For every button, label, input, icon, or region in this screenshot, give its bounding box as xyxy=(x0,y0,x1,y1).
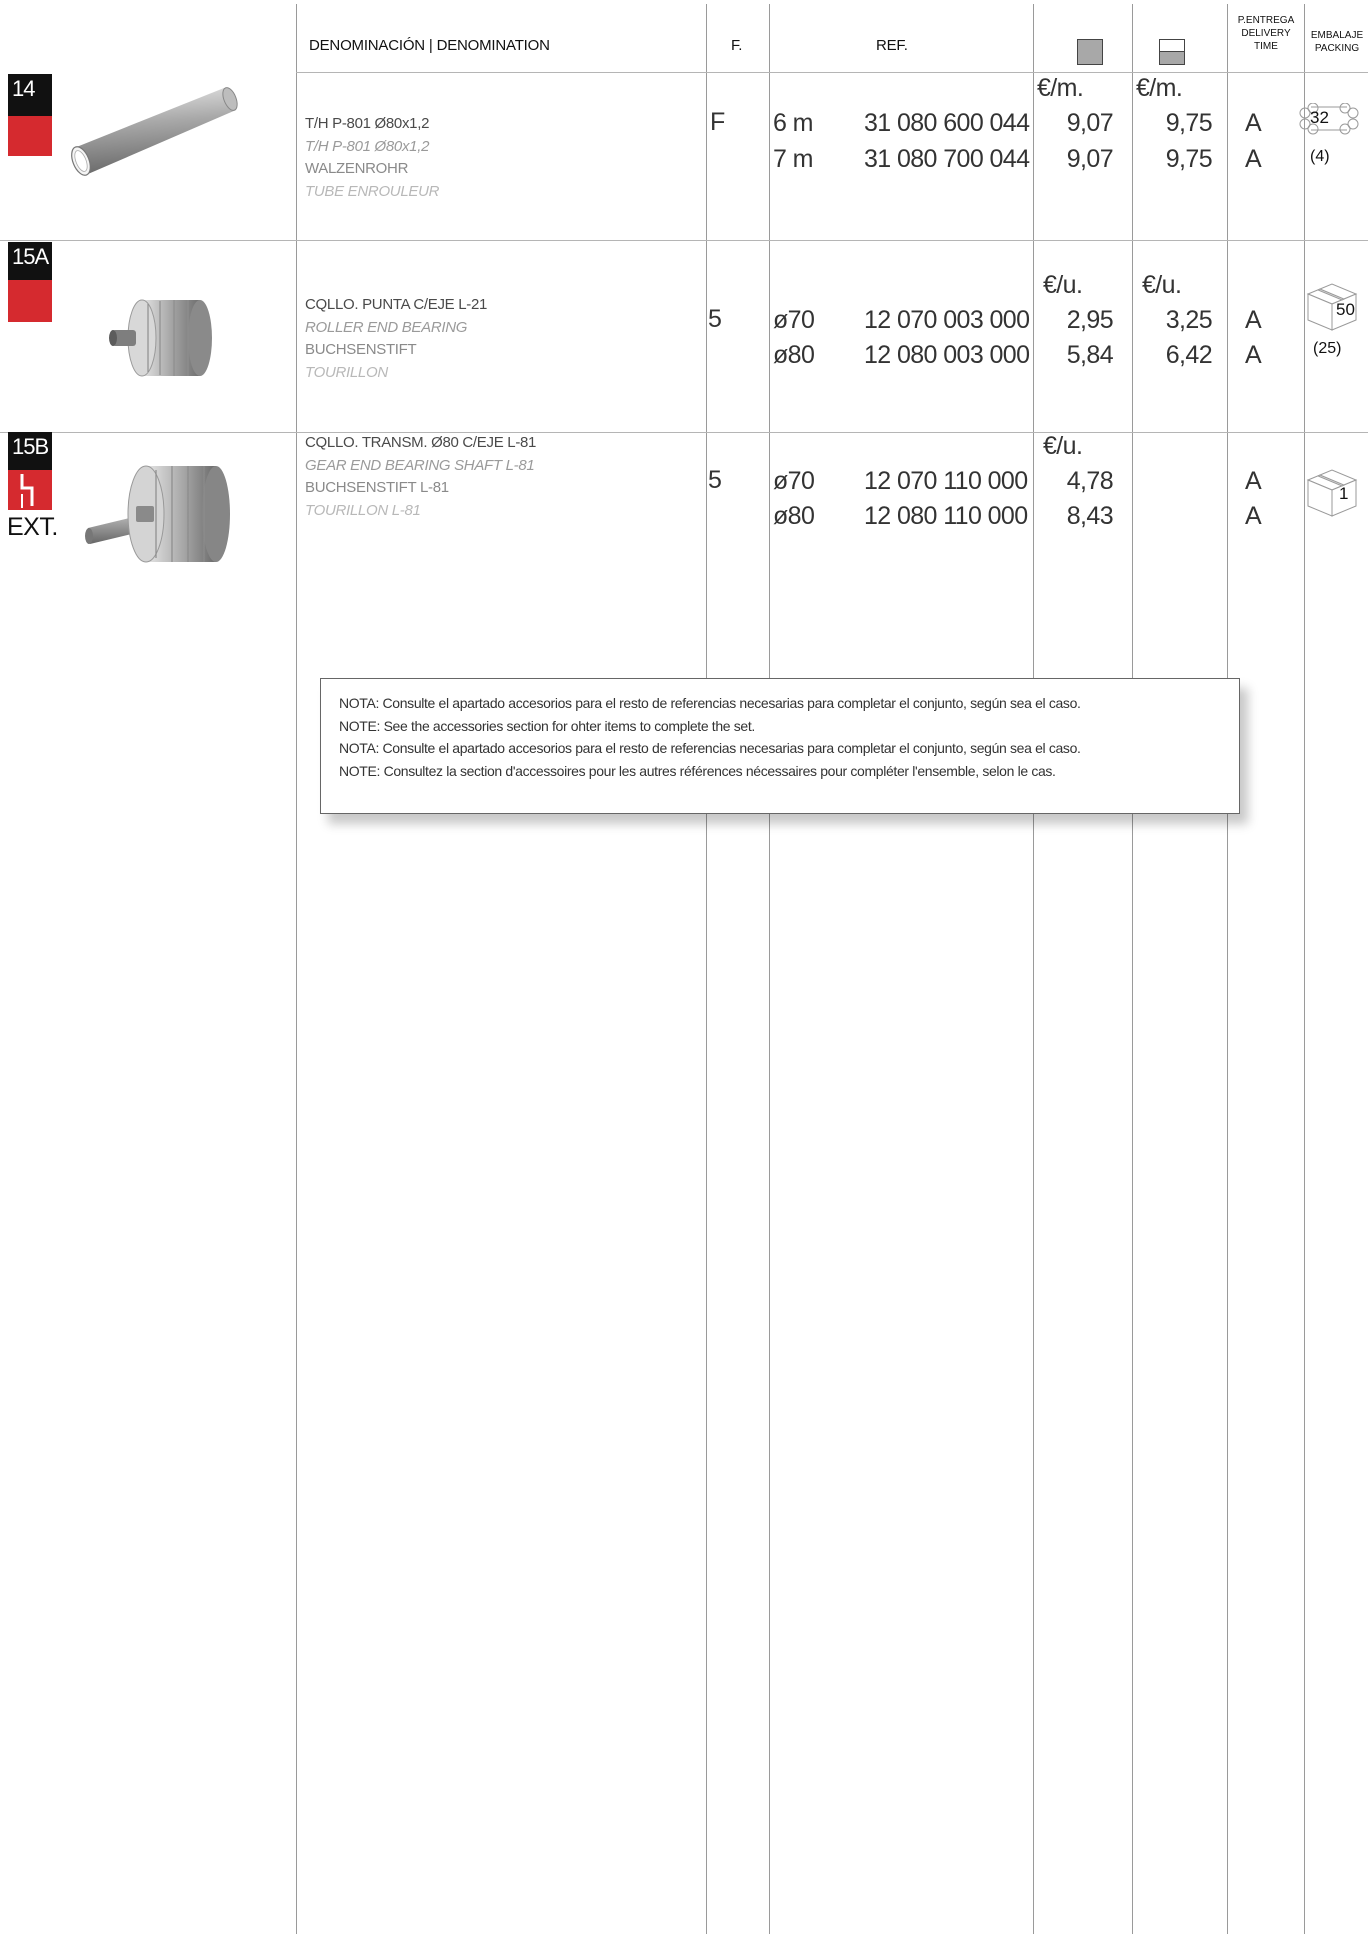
product-description: T/H P-801 Ø80x1,2 T/H P-801 Ø80x1,2 WALZ… xyxy=(305,113,439,203)
price-value: 2,95 xyxy=(1066,306,1114,334)
price-value: 9,07 xyxy=(1066,145,1114,173)
name-es: CQLLO. TRANSM. Ø80 C/EJE L-81 xyxy=(305,434,537,451)
name-en: T/H P-801 Ø80x1,2 xyxy=(305,137,430,155)
size-value: ø80 xyxy=(773,341,815,369)
ext-label: EXT. xyxy=(7,513,58,541)
ref-value: 12 070 110 000 xyxy=(864,467,1028,495)
price-value: 9,75 xyxy=(1165,109,1213,137)
gear-end-bearing-image xyxy=(85,465,230,563)
delivery-value: A xyxy=(1245,502,1262,530)
gear-drive-icon xyxy=(20,474,34,508)
name-en: ROLLER END BEARING xyxy=(305,318,468,336)
delivery-value: A xyxy=(1245,109,1262,137)
note-box: NOTA: Consulte el apartado accesorios pa… xyxy=(320,678,1240,814)
delivery-value: A xyxy=(1245,467,1262,495)
price-value: 5,84 xyxy=(1066,341,1114,369)
price-value: 9,75 xyxy=(1165,145,1213,173)
size-value: 7 m xyxy=(773,145,813,173)
packing-qty: 32 xyxy=(1310,108,1329,127)
product-badge-15a: 15A xyxy=(8,242,52,280)
tube-bundle-icon xyxy=(1299,103,1359,135)
ref-value: 31 080 700 044 xyxy=(864,145,1030,173)
size-value: ø70 xyxy=(773,306,815,334)
price-value: 9,07 xyxy=(1066,109,1114,137)
size-value: ø70 xyxy=(773,467,815,495)
price-value: 8,43 xyxy=(1066,502,1114,530)
product-description: CQLLO. PUNTA C/EJE L-21 ROLLER END BEARI… xyxy=(305,294,487,384)
name-fr: TOURILLON L-81 xyxy=(305,501,421,519)
delivery-value: A xyxy=(1245,306,1262,334)
unit-label: €/m. xyxy=(1136,74,1183,102)
column-divider xyxy=(296,4,297,1934)
name-de: BUCHSENSTIFT L-81 xyxy=(305,479,449,496)
header-f: F. xyxy=(731,37,743,54)
name-fr: TOURILLON xyxy=(305,363,388,381)
f-code: 5 xyxy=(708,466,722,494)
header-ref: REF. xyxy=(876,37,908,54)
product-badge-red xyxy=(8,470,52,510)
header-delivery: P.ENTREGA DELIVERY TIME xyxy=(1237,15,1295,52)
ref-value: 12 070 003 000 xyxy=(864,306,1030,334)
column-divider xyxy=(706,4,707,1934)
product-badge-red xyxy=(8,116,52,156)
column-divider xyxy=(1132,4,1133,1934)
header-denomination: DENOMINACIÓN | DENOMINATION xyxy=(309,37,550,54)
delivery-value: A xyxy=(1245,145,1262,173)
product-description: CQLLO. TRANSM. Ø80 C/EJE L-81 GEAR END B… xyxy=(305,432,536,522)
packing-qty: 1 xyxy=(1339,484,1349,503)
name-es: CQLLO. PUNTA C/EJE L-21 xyxy=(305,296,488,313)
delivery-value: A xyxy=(1245,341,1262,369)
name-es: T/H P-801 Ø80x1,2 xyxy=(305,115,430,132)
price-value: 6,42 xyxy=(1165,341,1213,369)
column-divider xyxy=(1304,4,1305,1934)
size-value: ø80 xyxy=(773,502,815,530)
note-line: NOTE: See the accessories section for oh… xyxy=(339,717,755,734)
packing-sub: (25) xyxy=(1313,340,1342,357)
ref-value: 31 080 600 044 xyxy=(864,109,1030,137)
unit-label: €/u. xyxy=(1043,271,1083,299)
end-bearing-image xyxy=(109,299,212,377)
unit-label: €/m. xyxy=(1037,74,1084,102)
product-badge-14: 14 xyxy=(8,74,52,116)
name-de: BUCHSENSTIFT xyxy=(305,341,417,358)
header-divider xyxy=(296,72,1368,73)
column-divider xyxy=(769,4,770,1934)
note-line: NOTE: Consultez la section d'accessoires… xyxy=(339,762,1056,779)
note-line: NOTA: Consulte el apartado accesorios pa… xyxy=(339,740,1081,756)
unit-label: €/u. xyxy=(1043,432,1083,460)
name-en: GEAR END BEARING SHAFT L-81 xyxy=(305,456,535,474)
name-de: WALZENROHR xyxy=(305,160,409,177)
box-icon xyxy=(1306,469,1358,517)
packing-qty: 50 xyxy=(1336,300,1355,319)
product-badge-red xyxy=(8,280,52,322)
ref-value: 12 080 110 000 xyxy=(864,502,1028,530)
unit-label: €/u. xyxy=(1142,271,1182,299)
column-divider xyxy=(1227,4,1228,1934)
note-line: NOTA: Consulte el apartado accesorios pa… xyxy=(339,695,1081,711)
product-badge-15b: 15B xyxy=(8,432,52,470)
row-divider xyxy=(0,240,1368,241)
square-price-icon xyxy=(1077,39,1103,65)
f-code: 5 xyxy=(708,305,722,333)
column-divider xyxy=(1033,4,1034,1934)
name-fr: TUBE ENROULEUR xyxy=(305,182,440,200)
price-value: 4,78 xyxy=(1066,467,1114,495)
ref-value: 12 080 003 000 xyxy=(864,341,1030,369)
header-packing: EMBALAJE PACKING xyxy=(1310,30,1364,54)
packing-sub: (4) xyxy=(1310,148,1330,165)
roller-tube-image xyxy=(71,87,238,176)
f-code: F xyxy=(710,108,725,136)
price-value: 3,25 xyxy=(1165,306,1213,334)
half-square-price-icon xyxy=(1159,39,1185,65)
size-value: 6 m xyxy=(773,109,813,137)
row-divider xyxy=(0,432,1368,433)
